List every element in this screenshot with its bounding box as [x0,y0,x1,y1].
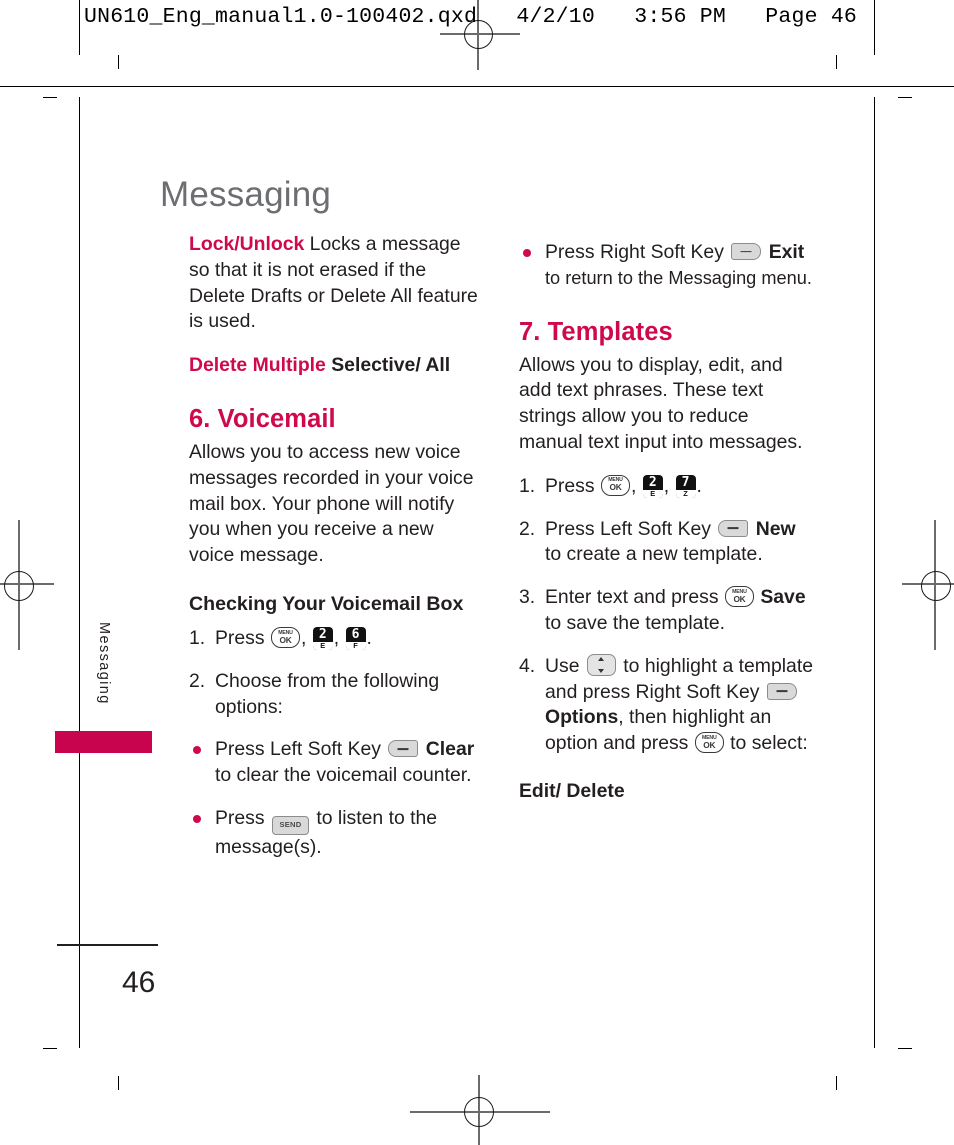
templates-step-2-post: to create a new template. [545,543,763,566]
page-content: Messaging Lock/Unlock Locks a message so… [0,0,954,1145]
menu-ok-key-icon[interactable]: MENU OK [724,586,754,608]
templates-step-3: 3. Enter text and press MENU OK Save to … [519,585,814,637]
templates-step-4-seg1: Use [545,654,580,677]
voicemail-bullet-clear-pre: Press Left Soft Key [215,738,381,761]
menu-ok-key-line2: OK [279,634,292,645]
voicemail-bullet-clear: Press Left Soft Key Clear to clear the v… [189,737,484,789]
menu-ok-key-icon[interactable]: MENU OK [270,626,300,648]
voicemail-bullet-clear-label: Clear [425,738,475,761]
menu-ok-key-icon[interactable]: MENU OK [694,732,724,754]
templates-step-1: 1. Press MENU OK , 2 E , 7 Z . [519,474,814,500]
voicemail-intro: Allows you to access new voice messages … [189,440,474,567]
templates-step-2-pre: Press Left Soft Key [545,517,711,540]
templates-step-4-label: Options [545,706,619,729]
bullet-dot-icon [193,746,201,755]
templates-step-3-pre: Enter text and press [545,586,719,609]
delete-multiple-keyword: Delete Multiple [189,354,326,377]
lock-unlock-keyword: Lock/Unlock [189,233,305,255]
voicemail-step-1-period: . [366,626,372,649]
left-soft-key-icon[interactable] [718,519,749,537]
exit-bullet-label: Exit [768,241,805,263]
comma-separator: , [663,474,670,497]
templates-step-3-label: Save [760,586,806,609]
templates-step-1-period: . [696,474,702,497]
section-heading-templates: 7. Templates [519,317,673,346]
number-key-2-letter: E [642,489,663,498]
number-key-7-digit: 7 [681,474,690,490]
number-key-2-icon[interactable]: 2 E [312,626,333,650]
templates-step-2-label: New [755,517,796,540]
menu-ok-key-line2: OK [609,482,622,493]
lock-unlock-paragraph: Lock/Unlock Locks a message so that it i… [189,232,484,335]
number-key-2-digit: 2 [648,474,657,490]
templates-intro: Allows you to display, edit, and add tex… [519,353,803,453]
voicemail-step-1-text: Press [215,626,265,649]
voicemail-bullet-clear-post: to clear the voicemail counter. [215,764,472,787]
soft-key-dash-icon [397,747,409,750]
templates-step-1-number: 1. [519,474,536,497]
right-soft-key-icon[interactable] [766,682,797,700]
templates-step-2: 2. Press Left Soft Key New to create a n… [519,517,814,569]
voicemail-step-2: 2. Choose from the following options: [189,669,484,721]
number-key-2-icon[interactable]: 2 E [642,474,663,498]
navigation-updown-key-icon[interactable] [586,653,616,676]
bullet-dot-icon [523,249,531,257]
voicemail-step-1-number: 1. [189,626,206,649]
page-title: Messaging [160,175,332,215]
templates-step-1-text: Press [545,474,595,497]
voicemail-bullet-send: Press SEND to listen to the message(s). [189,806,484,861]
voicemail-step-2-text: Choose from the following options: [215,669,440,718]
templates-step-4-seg3: Key [726,680,760,703]
templates-step-4-number: 4. [519,654,536,677]
number-key-6-letter: F [345,641,366,650]
templates-step-4: 4. Use to highlight a template and press… [519,653,814,757]
send-key-icon[interactable]: SEND [271,815,309,835]
exit-bullet-post: to return to the Messaging menu. [545,267,812,288]
number-key-6-icon[interactable]: 6 F [345,626,366,650]
bullet-dot-icon [193,814,201,823]
soft-key-dash-icon [776,690,788,692]
soft-key-dash-icon [740,250,752,253]
templates-step-3-number: 3. [519,586,536,609]
exit-bullet: Press Right Soft Key Exit to return to t… [519,240,814,292]
left-soft-key-icon[interactable] [388,740,419,758]
comma-separator: , [630,474,637,497]
templates-step-3-post: to save the template. [545,611,726,634]
send-key-label: SEND [279,819,302,829]
comma-separator: , [300,626,307,649]
number-key-2-letter: E [312,641,333,650]
templates-options-list: Edit/ Delete [519,779,625,802]
right-soft-key-icon[interactable] [731,243,762,260]
right-column: Press Right Soft Key Exit to return to t… [519,240,814,823]
menu-ok-key-icon[interactable]: MENU OK [600,474,630,496]
left-column: Lock/Unlock Locks a message so that it i… [189,232,484,878]
number-key-7-letter: Z [675,489,696,498]
menu-ok-key-line2: OK [733,593,746,604]
voicemail-bullet-send-pre: Press [215,806,265,829]
templates-step-4-seg5: to select: [730,732,808,755]
menu-ok-key-line2: OK [703,739,716,750]
chevron-down-icon [598,668,605,673]
templates-step-2-number: 2. [519,517,536,540]
voicemail-step-2-number: 2. [189,669,206,692]
number-key-2-digit: 2 [318,626,327,642]
soft-key-dash-icon [727,527,739,529]
number-key-6-digit: 6 [351,626,360,642]
delete-multiple-paragraph: Delete Multiple Selective/ All [189,353,484,379]
chevron-up-icon [598,656,605,661]
subheading-checking-voicemail-box: Checking Your Voicemail Box [189,592,464,615]
section-heading-voicemail: 6. Voicemail [189,404,336,433]
delete-multiple-value: Selective/ All [331,354,451,377]
exit-bullet-pre: Press Right Soft Key [545,241,724,263]
number-key-7-icon[interactable]: 7 Z [675,474,696,498]
voicemail-step-1: 1. Press MENU OK , 2 E , 6 F . [189,626,484,652]
comma-separator: , [333,626,340,649]
